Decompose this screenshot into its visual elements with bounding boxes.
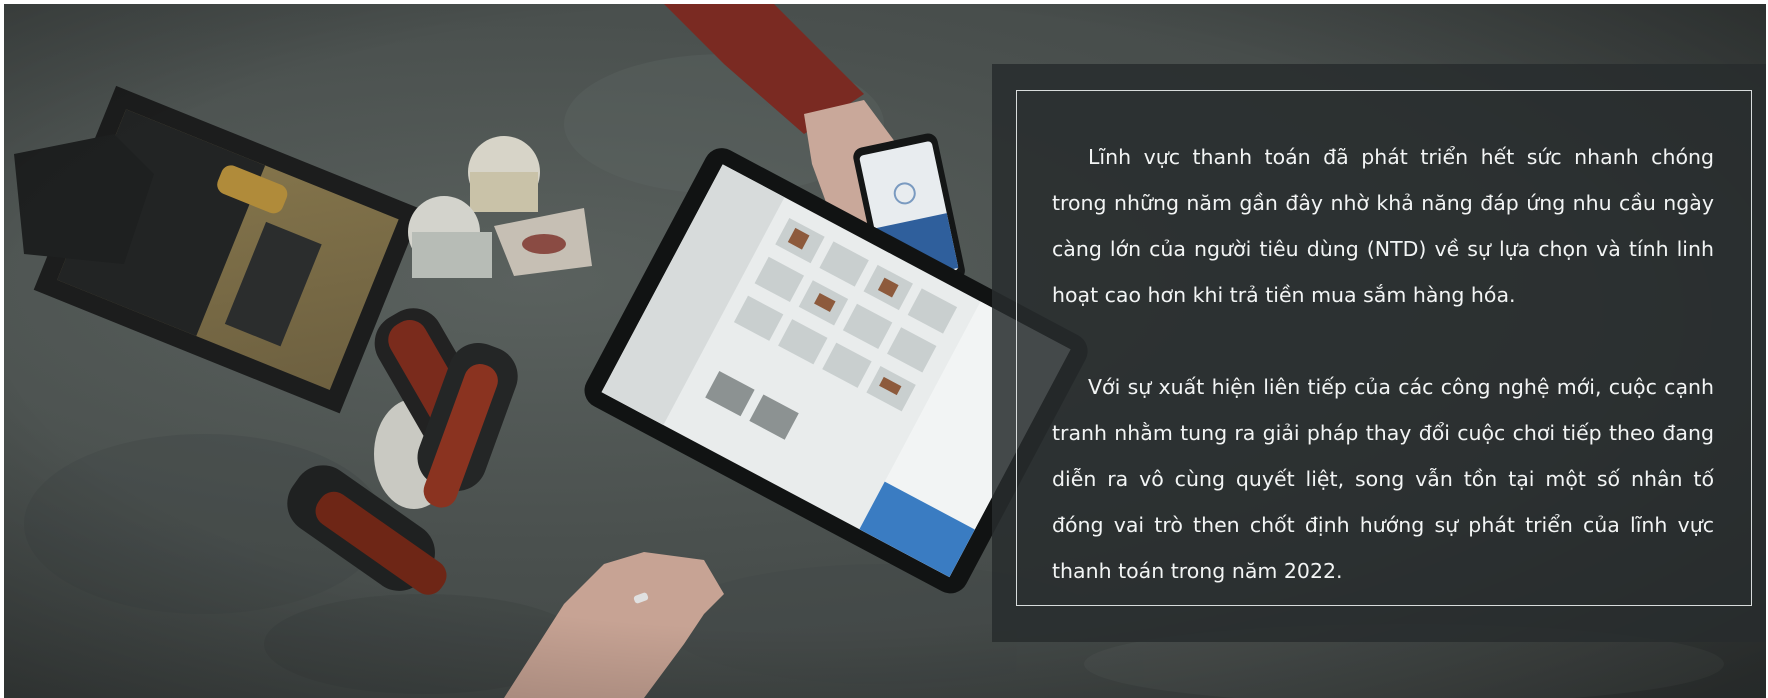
overlay-text-block: Lĩnh vực thanh toán đã phát triển hết sứ… (1052, 134, 1714, 594)
hero-banner: Lĩnh vực thanh toán đã phát triển hết sứ… (4, 4, 1766, 698)
intro-paragraph: Lĩnh vực thanh toán đã phát triển hết sứ… (1052, 145, 1714, 307)
second-paragraph: Với sự xuất hiện liên tiếp của các công … (1052, 375, 1714, 583)
